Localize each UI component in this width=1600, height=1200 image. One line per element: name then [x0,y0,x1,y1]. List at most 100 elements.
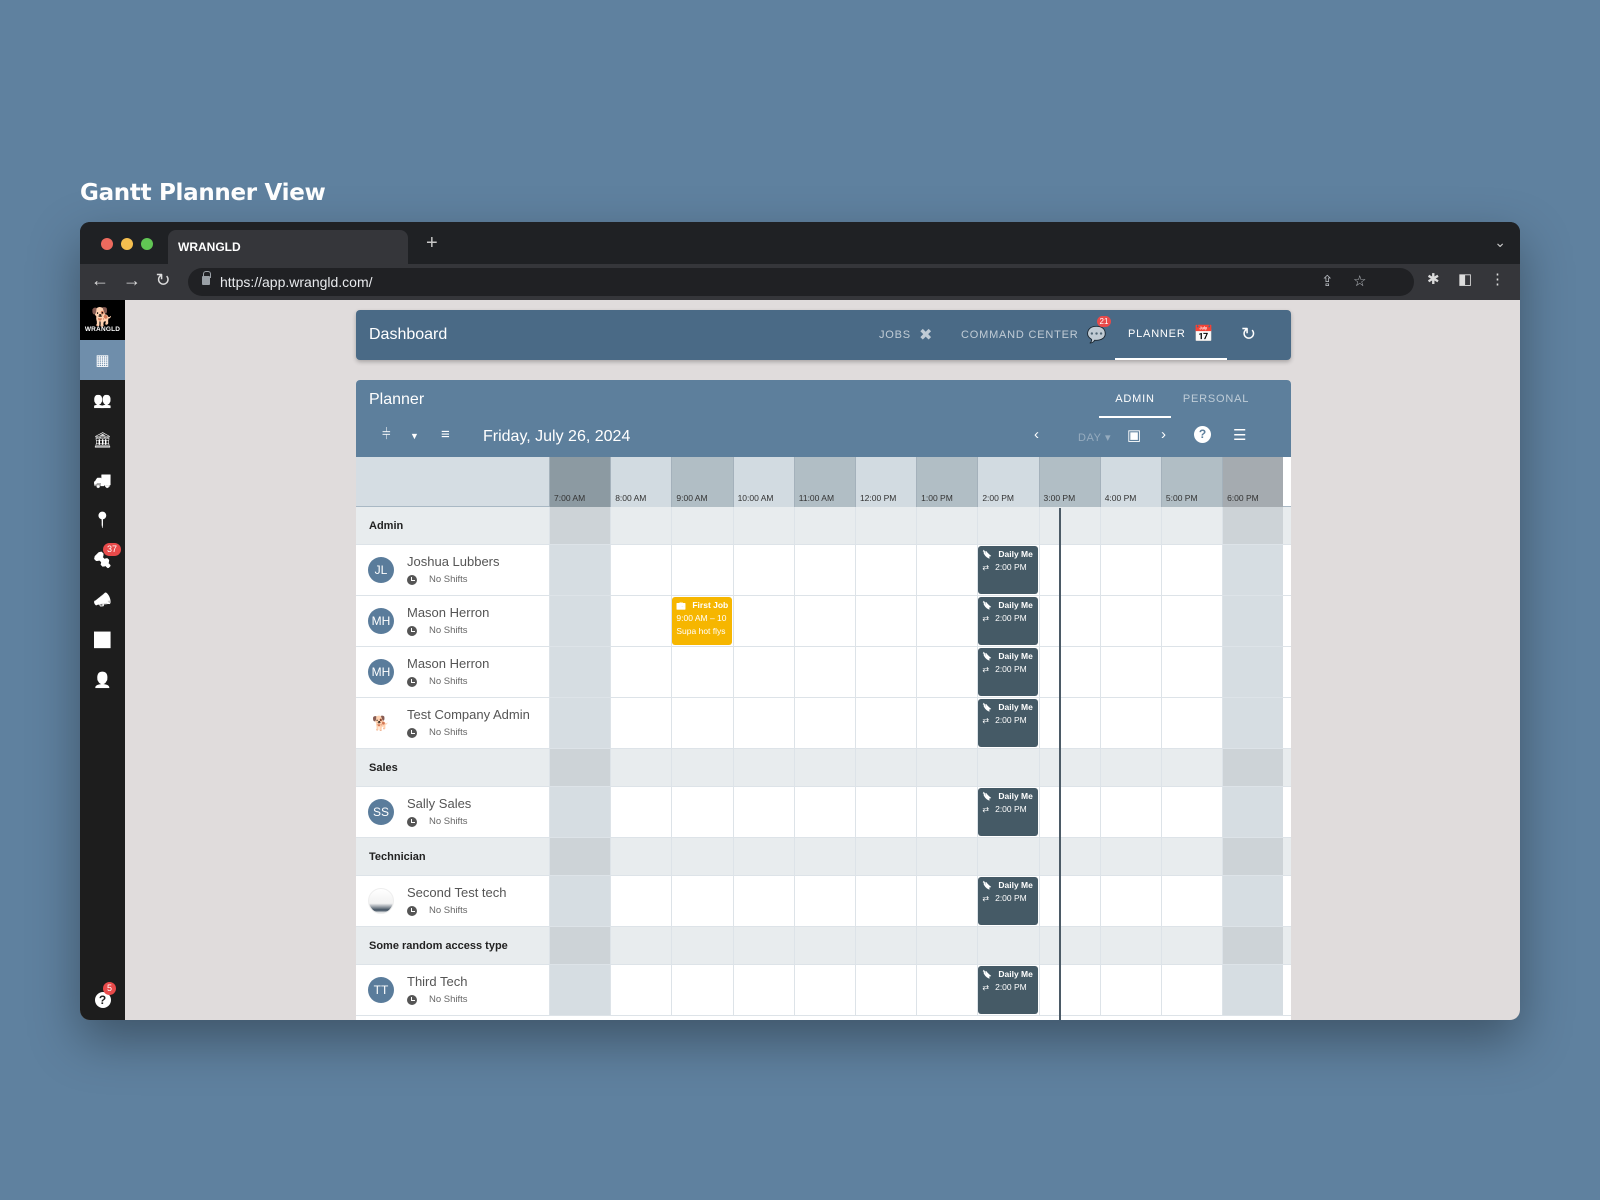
time-slot[interactable] [1099,876,1161,926]
time-slot[interactable] [1222,545,1284,595]
time-slot[interactable] [1038,965,1100,1015]
time-slot[interactable] [610,876,671,926]
meeting-event[interactable]: 🔖 Daily Me ⇄ 2:00 PM [978,648,1038,696]
time-slot[interactable] [1099,545,1161,595]
time-slot[interactable] [1222,647,1284,697]
meeting-event[interactable]: 🔖 Daily Me ⇄ 2:00 PM [978,597,1038,645]
person-cell[interactable]: 🐕 Test Company Admin No Shifts [356,698,549,748]
time-slot[interactable] [732,596,794,646]
filter-icon[interactable]: ≡ [441,426,450,443]
time-slot[interactable] [1099,647,1161,697]
date-label[interactable]: Friday, July 26, 2024 [483,428,630,446]
time-slot[interactable] [1160,545,1222,595]
time-slot[interactable] [854,596,916,646]
person-cell[interactable]: JL Joshua Lubbers No Shifts [356,545,549,595]
sidebar-item-route[interactable]: 📍 [80,500,125,540]
tab-jobs[interactable]: JOBS ✖ [879,310,933,360]
time-slot[interactable] [1038,545,1100,595]
group-by-dropdown-icon[interactable]: ▼ [410,431,419,441]
time-slot[interactable] [1099,698,1161,748]
tab-planner[interactable]: PLANNER 📅 [1115,310,1228,360]
time-slot[interactable] [793,545,855,595]
time-slot[interactable] [732,876,794,926]
address-bar[interactable]: https://app.wrangld.com/ ⇪ ☆ [188,268,1414,296]
time-slot[interactable] [732,787,794,837]
more-menu-icon[interactable]: ⋮ [1490,270,1505,288]
meeting-event[interactable]: 🔖 Daily Me ⇄ 2:00 PM [978,788,1038,836]
time-slot[interactable] [793,965,855,1015]
sidebar-item-user-key[interactable]: 👤 [80,660,125,700]
sidebar-item-drill[interactable]: 🔩 37 [80,540,125,580]
time-slot[interactable] [671,876,732,926]
time-slot[interactable] [916,965,977,1015]
time-slot[interactable] [793,787,855,837]
time-slot[interactable] [793,647,855,697]
meeting-event[interactable]: 🔖 Daily Me ⇄ 2:00 PM [978,546,1038,594]
time-slot[interactable] [610,787,671,837]
sidebar-item-report[interactable]: 📊 [80,620,125,660]
time-slot[interactable] [1222,787,1284,837]
time-slot[interactable] [610,965,671,1015]
time-slot[interactable] [671,698,732,748]
time-slot[interactable] [610,596,671,646]
time-slot[interactable] [1222,596,1284,646]
time-slot[interactable] [1160,876,1222,926]
extensions-icon[interactable]: ✱ [1427,270,1440,288]
time-slot[interactable] [549,596,611,646]
tab-admin[interactable]: ADMIN [1099,380,1171,418]
time-slot[interactable] [549,876,611,926]
time-slot[interactable] [1038,876,1100,926]
help-button[interactable]: ? 5 [80,980,125,1020]
time-slot[interactable] [916,596,977,646]
maximize-window-button[interactable] [141,238,153,250]
time-slot[interactable] [1160,698,1222,748]
time-slot[interactable] [1160,965,1222,1015]
time-slot[interactable] [732,647,794,697]
sidebar-item-users[interactable]: 👥 [80,380,125,420]
time-slot[interactable] [671,647,732,697]
time-slot[interactable] [1038,647,1100,697]
time-slot[interactable] [1160,647,1222,697]
time-slot[interactable] [671,787,732,837]
time-slot[interactable] [732,698,794,748]
time-slot[interactable] [1099,787,1161,837]
time-slot[interactable] [1099,596,1161,646]
time-slot[interactable] [549,965,611,1015]
close-window-button[interactable] [101,238,113,250]
minimize-window-button[interactable] [121,238,133,250]
meeting-event[interactable]: 🔖 Daily Me ⇄ 2:00 PM [978,699,1038,747]
time-slot[interactable] [854,965,916,1015]
time-slot[interactable] [916,876,977,926]
time-slot[interactable] [671,545,732,595]
time-slot[interactable] [916,787,977,837]
menu-icon[interactable]: ☰ [1233,426,1246,444]
group-by-icon[interactable]: ⫩ [382,426,391,443]
time-slot[interactable] [854,876,916,926]
new-tab-icon[interactable]: + [426,232,438,255]
time-slot[interactable] [916,698,977,748]
refresh-icon[interactable]: ↻ [1241,324,1256,345]
time-slot[interactable] [793,698,855,748]
sidebar-item-truck[interactable]: 🚚 [80,460,125,500]
calendar-picker-icon[interactable]: ▣ [1127,426,1141,444]
prev-day-icon[interactable]: ‹ [1034,426,1039,443]
time-slot[interactable] [1222,698,1284,748]
url-text[interactable]: https://app.wrangld.com/ [220,274,373,290]
time-slot[interactable] [854,698,916,748]
share-icon[interactable]: ⇪ [1321,272,1334,290]
time-slot[interactable] [732,965,794,1015]
time-slot[interactable] [549,545,611,595]
time-slot[interactable] [1160,596,1222,646]
time-slot[interactable] [916,647,977,697]
meeting-event[interactable]: 🔖 Daily Me ⇄ 2:00 PM [978,966,1038,1014]
chevron-down-icon[interactable]: ⌄ [1494,234,1506,251]
time-slot[interactable] [610,647,671,697]
sidebar-item-megaphone[interactable]: 📣 [80,580,125,620]
side-panel-icon[interactable]: ◧ [1458,270,1472,288]
time-slot[interactable] [671,965,732,1015]
person-cell[interactable]: TT Third Tech No Shifts [356,965,549,1015]
time-slot[interactable] [854,787,916,837]
time-slot[interactable] [610,698,671,748]
sidebar-item-bank[interactable]: 🏛 [80,420,125,460]
forward-icon[interactable]: → [121,270,143,291]
